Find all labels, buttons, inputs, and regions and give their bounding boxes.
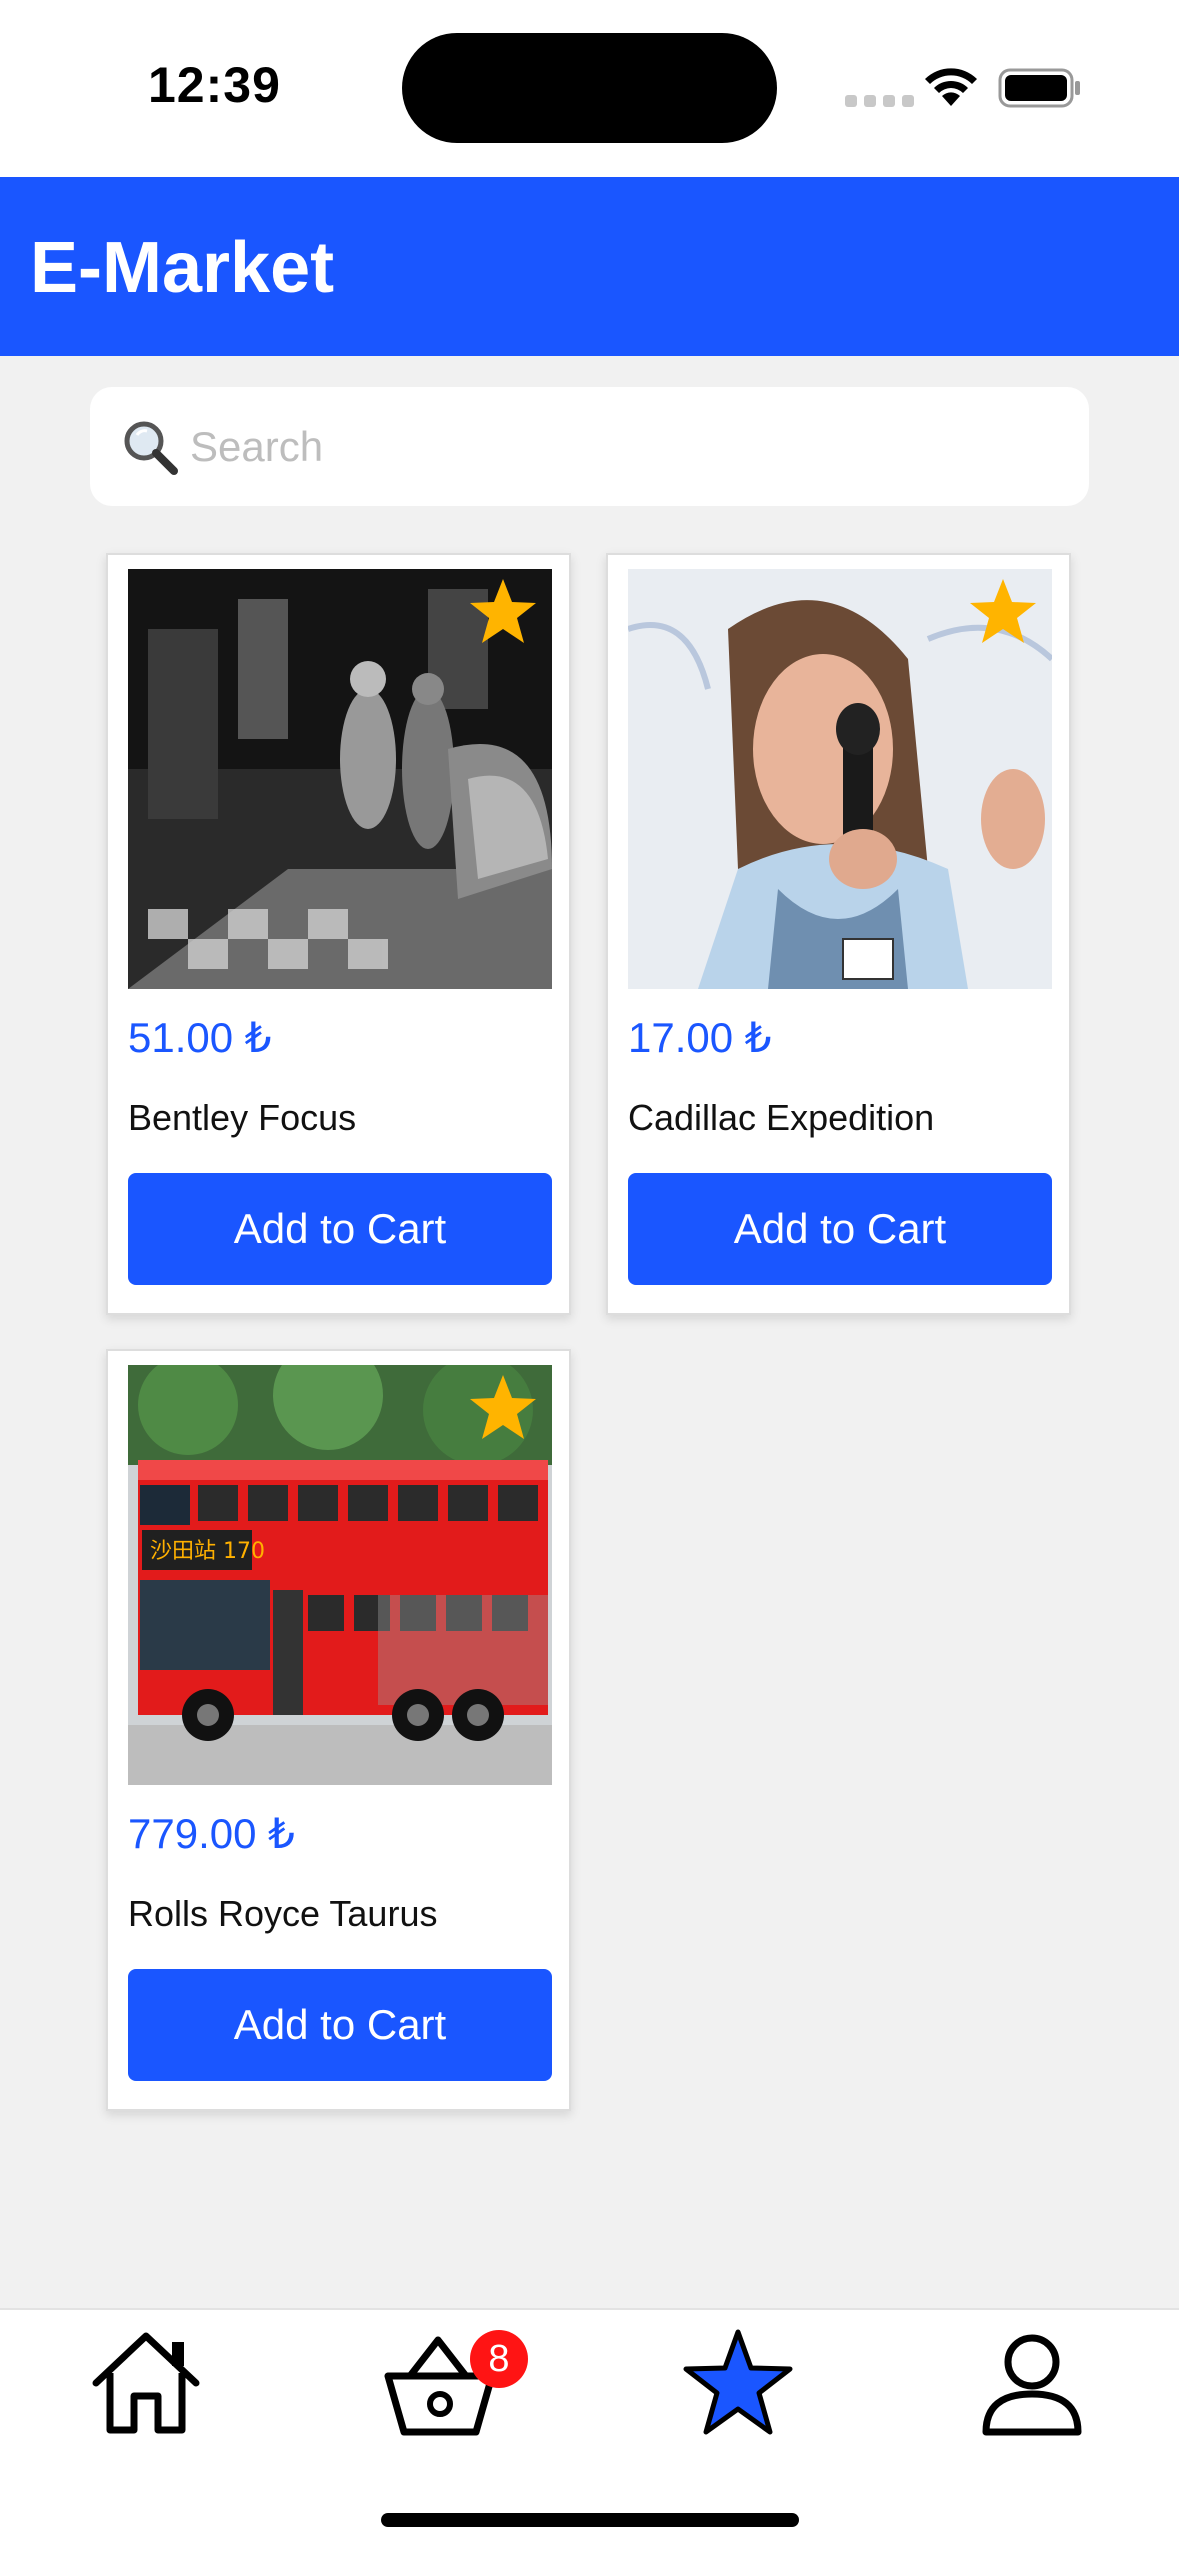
home-indicator[interactable] (381, 2513, 799, 2527)
cellular-signal-icon (845, 95, 914, 107)
product-card[interactable]: 17.00 ₺ Cadillac Expedition Add to Cart (606, 553, 1071, 1315)
app-header: E-Market (0, 177, 1179, 356)
product-name: Cadillac Expedition (628, 1097, 935, 1138)
status-bar: 12:39 (0, 0, 1179, 177)
search-bar[interactable] (90, 387, 1089, 506)
search-input[interactable] (190, 387, 1070, 506)
add-to-cart-button[interactable]: Add to Cart (628, 1173, 1052, 1285)
battery-icon (998, 68, 1080, 108)
star-icon[interactable] (678, 2328, 798, 2438)
favorite-star-icon[interactable] (468, 577, 538, 645)
product-price: 779.00 ₺ (128, 1810, 295, 1857)
wifi-icon (925, 68, 977, 106)
profile-icon[interactable] (972, 2328, 1092, 2438)
status-time: 12:39 (148, 57, 281, 113)
home-icon[interactable] (86, 2328, 206, 2438)
favorite-star-icon[interactable] (468, 1373, 538, 1441)
product-name: Bentley Focus (128, 1097, 357, 1138)
app-title: E-Market (30, 228, 335, 308)
favorite-star-icon[interactable] (968, 577, 1038, 645)
product-name: Rolls Royce Taurus (128, 1893, 438, 1934)
product-card[interactable]: 沙田站 170 779.00 ₺ Rolls Royce Taurus Add … (106, 1349, 571, 2111)
product-price: 17.00 ₺ (628, 1014, 772, 1061)
product-card[interactable]: 51.00 ₺ Bentley Focus Add to Cart (106, 553, 571, 1315)
dynamic-island (402, 33, 777, 143)
add-to-cart-button[interactable]: Add to Cart (128, 1969, 552, 2081)
add-to-cart-button[interactable]: Add to Cart (128, 1173, 552, 1285)
search-icon (124, 421, 178, 475)
cart-count-badge: 8 (470, 2330, 528, 2388)
svg-text:沙田站 170: 沙田站 170 (150, 1539, 265, 1564)
product-price: 51.00 ₺ (128, 1014, 272, 1061)
